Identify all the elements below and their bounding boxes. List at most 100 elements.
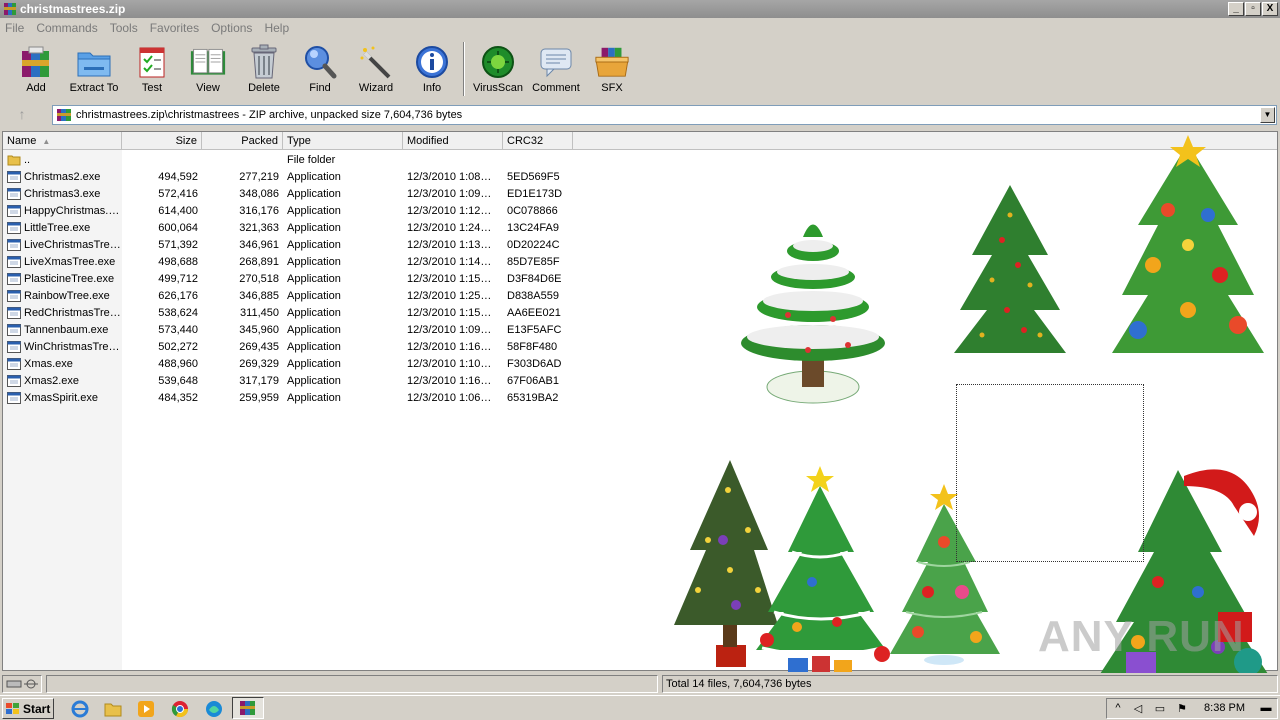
file-row[interactable]: LiveXmasTree.exe 498,688 268,891 Applicatio…: [3, 253, 603, 270]
find-button[interactable]: Find: [292, 38, 348, 98]
file-name-cell: LittleTree.exe: [3, 221, 122, 234]
file-row[interactable]: Xmas2.exe 539,648 317,179 Application 12/3/2…: [3, 372, 603, 389]
application-file-icon: [7, 170, 21, 183]
snowy-star-tree-image: [756, 466, 890, 672]
title-bar: christmastrees.zip _ ▫ X: [0, 0, 1280, 18]
file-row[interactable]: LittleTree.exe 600,064 321,363 Application 1…: [3, 219, 603, 236]
column-crc32[interactable]: CRC32: [503, 132, 573, 150]
path-dropdown-button[interactable]: ▼: [1260, 107, 1275, 123]
column-modified[interactable]: Modified: [403, 132, 503, 150]
sfx-label: SFX: [601, 82, 623, 94]
extract-to-button[interactable]: Extract To: [64, 38, 124, 98]
file-row[interactable]: Christmas2.exe 494,592 277,219 Application 1…: [3, 168, 603, 185]
menu-tools[interactable]: Tools: [110, 21, 138, 35]
menu-help[interactable]: Help: [264, 21, 289, 35]
file-packed: 345,960: [239, 323, 279, 336]
menu-options[interactable]: Options: [211, 21, 252, 35]
magic-wand-icon: [358, 44, 394, 80]
comment-label: Comment: [532, 82, 580, 94]
minimize-button[interactable]: _: [1228, 2, 1244, 16]
taskbar: Start ^ ◁ ▭ ⚑ 8:38 PM ▬: [0, 695, 1280, 720]
close-button[interactable]: X: [1262, 2, 1278, 16]
internet-explorer-icon[interactable]: [70, 699, 90, 719]
file-row[interactable]: HappyChristmas.… 614,400 316,176 Applicatio…: [3, 202, 603, 219]
file-crc32: ED1E173D: [507, 187, 563, 200]
chrome-icon[interactable]: [170, 699, 190, 719]
info-button[interactable]: Info: [404, 38, 460, 98]
media-player-icon[interactable]: [136, 699, 156, 719]
file-crc32: 5ED569F5: [507, 170, 560, 183]
delete-button[interactable]: Delete: [236, 38, 292, 98]
file-explorer-icon[interactable]: [103, 699, 123, 719]
test-button[interactable]: Test: [124, 38, 180, 98]
drive-status[interactable]: [2, 675, 42, 693]
file-modified: 12/3/2010 1:15…: [407, 272, 492, 285]
file-name-cell: XmasSpirit.exe: [3, 391, 122, 404]
file-row[interactable]: Xmas.exe 488,960 269,329 Application 12/3/20…: [3, 355, 603, 372]
file-size: 499,712: [158, 272, 198, 285]
address-bar: ↑ christmastrees.zip\christmastrees - ZI…: [0, 102, 1280, 128]
file-packed: 346,961: [239, 238, 279, 251]
file-name-cell: HappyChristmas.…: [3, 204, 122, 217]
file-size: 498,688: [158, 255, 198, 268]
tray-expand-icon[interactable]: ^: [1111, 702, 1125, 716]
file-name: XmasSpirit.exe: [24, 391, 98, 404]
winrar-taskbar-button[interactable]: [232, 697, 264, 719]
column-name[interactable]: Name ▲: [3, 132, 122, 150]
add-button[interactable]: Add: [8, 38, 64, 98]
selection-rectangle: [956, 384, 1144, 562]
disk-drive-icon: [6, 679, 38, 689]
edge-icon[interactable]: [204, 699, 224, 719]
file-modified: 12/3/2010 1:10…: [407, 357, 492, 370]
folder-icon: [7, 155, 21, 165]
network-icon[interactable]: ▭: [1153, 702, 1167, 716]
restore-button[interactable]: ▫: [1245, 2, 1261, 16]
path-field[interactable]: christmastrees.zip\christmastrees - ZIP …: [52, 105, 1277, 125]
virusscan-label: VirusScan: [473, 82, 523, 94]
parent-folder-row[interactable]: .. File folder: [3, 151, 603, 168]
action-center-flag-icon[interactable]: ⚑: [1175, 702, 1189, 716]
file-row[interactable]: WinChristmasTre… 502,272 269,435 Applicatio…: [3, 338, 603, 355]
file-crc32: F303D6AD: [507, 357, 562, 370]
file-row[interactable]: PlasticineTree.exe 499,712 270,518 Applicat…: [3, 270, 603, 287]
file-name: LittleTree.exe: [24, 221, 91, 234]
file-modified: 12/3/2010 1:06…: [407, 391, 492, 404]
view-button[interactable]: View: [180, 38, 236, 98]
file-row[interactable]: Tannenbaum.exe 573,440 345,960 Application 1…: [3, 321, 603, 338]
column-size[interactable]: Size: [122, 132, 202, 150]
column-type[interactable]: Type: [283, 132, 403, 150]
file-size: 484,352: [158, 391, 198, 404]
file-crc32: AA6EE021: [507, 306, 561, 319]
start-button[interactable]: Start: [2, 698, 54, 719]
menu-file[interactable]: File: [5, 21, 24, 35]
file-name-cell: Christmas2.exe: [3, 170, 122, 183]
file-modified: 12/3/2010 1:16…: [407, 374, 492, 387]
clock[interactable]: 8:38 PM: [1204, 702, 1245, 714]
file-row[interactable]: XmasSpirit.exe 484,352 259,959 Application 1…: [3, 389, 603, 406]
column-header: Name ▲ Size Packed Type Modified CRC32: [3, 132, 1277, 150]
virusscan-button[interactable]: VirusScan: [468, 38, 528, 98]
application-file-icon: [7, 391, 21, 404]
wizard-button[interactable]: Wizard: [348, 38, 404, 98]
file-modified: 12/3/2010 1:16…: [407, 340, 492, 353]
file-name-cell: RainbowTree.exe: [3, 289, 122, 302]
file-row[interactable]: RedChristmasTre… 538,624 311,450 Applicatio…: [3, 304, 603, 321]
application-file-icon: [7, 255, 21, 268]
comment-button[interactable]: Comment: [528, 38, 584, 98]
file-row[interactable]: LiveChristmasTre… 571,392 346,961 Applicati…: [3, 236, 603, 253]
up-one-level-button[interactable]: ↑: [8, 106, 36, 124]
menu-favorites[interactable]: Favorites: [150, 21, 199, 35]
file-row[interactable]: Christmas3.exe 572,416 348,086 Application 1…: [3, 185, 603, 202]
file-name: Xmas2.exe: [24, 374, 80, 387]
file-row[interactable]: RainbowTree.exe 626,176 346,885 Application…: [3, 287, 603, 304]
menu-commands[interactable]: Commands: [36, 21, 97, 35]
application-file-icon: [7, 323, 21, 336]
speaker-icon[interactable]: ◁: [1131, 702, 1145, 716]
file-name: Christmas2.exe: [24, 170, 101, 183]
sfx-button[interactable]: SFX: [584, 38, 640, 98]
file-type: Application: [287, 391, 341, 404]
test-label: Test: [141, 82, 163, 94]
column-packed[interactable]: Packed: [202, 132, 283, 150]
show-desktop-icon[interactable]: ▬: [1259, 702, 1273, 716]
magnifier-icon: [302, 44, 338, 80]
